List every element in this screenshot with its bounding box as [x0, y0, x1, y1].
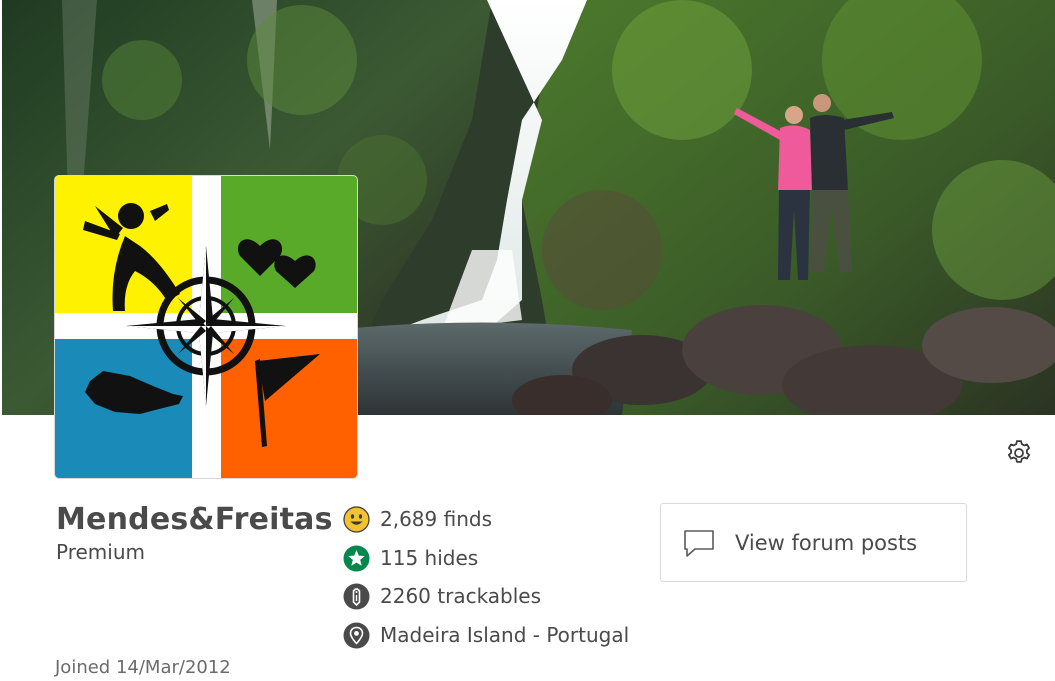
stat-finds-label: 2,689 finds: [380, 507, 493, 531]
view-forum-posts-label: View forum posts: [735, 531, 918, 555]
membership-level: Premium: [56, 540, 145, 564]
profile-username: Mendes&Freitas: [56, 502, 333, 537]
profile-avatar[interactable]: [55, 176, 357, 478]
location-pin-icon: [343, 622, 370, 649]
stat-location-label: Madeira Island - Portugal: [380, 623, 630, 647]
joined-date: Joined 14/Mar/2012: [55, 657, 231, 678]
stat-finds[interactable]: 2,689 finds: [343, 504, 492, 534]
speech-bubble-icon: [683, 529, 715, 559]
trackable-icon: [343, 583, 370, 610]
star-hides-icon: [343, 545, 370, 572]
settings-button[interactable]: [1004, 438, 1034, 468]
gear-icon: [1004, 438, 1034, 468]
stat-hides-label: 115 hides: [380, 546, 479, 570]
smiley-finds-icon: [343, 505, 370, 533]
view-forum-posts-button[interactable]: View forum posts: [660, 503, 967, 582]
stat-location: Madeira Island - Portugal: [343, 620, 629, 650]
stat-trackables[interactable]: 2260 trackables: [343, 581, 541, 611]
stat-trackables-label: 2260 trackables: [380, 584, 542, 608]
stat-hides[interactable]: 115 hides: [343, 543, 478, 573]
